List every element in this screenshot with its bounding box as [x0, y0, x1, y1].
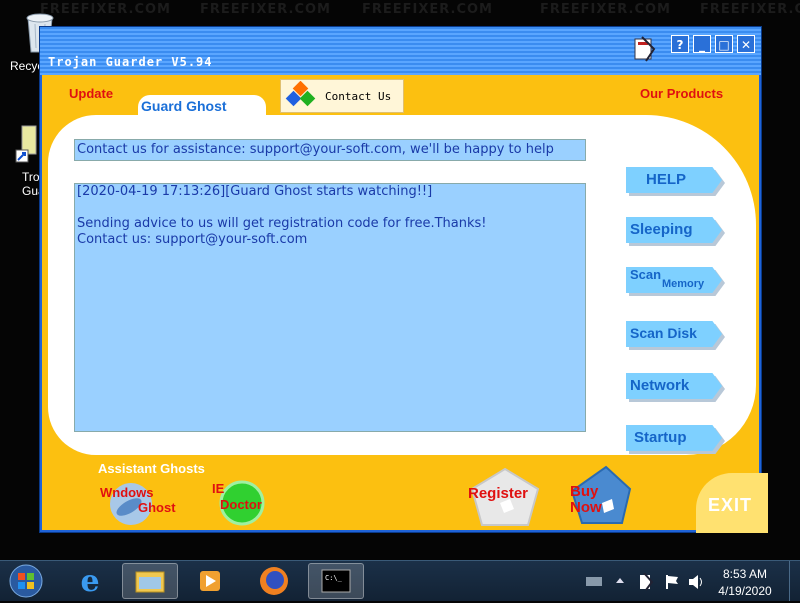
windows-start-icon — [9, 564, 43, 598]
help-button-label: HELP — [646, 171, 687, 188]
update-link[interactable]: Update — [69, 86, 113, 101]
windows-ghost-button[interactable]: Wndows Ghost — [100, 479, 190, 529]
volume-icon[interactable] — [688, 574, 706, 590]
buy-now-button[interactable]: Buy Now — [566, 465, 636, 529]
network-button-label: Network — [630, 377, 690, 394]
sleeping-button-label: Sleeping — [630, 221, 693, 238]
app-body: Update Our Products Contact Us Guard Gho… — [42, 75, 768, 533]
ie-doctor-button[interactable]: IE Doctor — [210, 477, 290, 529]
app-book-icon — [634, 36, 656, 62]
start-button[interactable] — [8, 563, 48, 599]
contact-us-label: Contact Us — [325, 90, 392, 103]
command-prompt-icon: C:\_ — [321, 569, 351, 593]
action-center-flag-icon[interactable] — [664, 574, 680, 590]
trojan-guarder-desktop-icon[interactable]: Tro Gua — [14, 124, 45, 204]
ie-doctor-label-2: Doctor — [220, 497, 262, 512]
help-window-button[interactable]: ? — [671, 35, 689, 53]
buy-now-label-2: Now — [570, 499, 602, 516]
window-title: Trojan Guarder V5.94 — [48, 55, 213, 69]
svg-text:e: e — [80, 564, 99, 599]
scan-memory-label-1: Scan — [630, 267, 662, 282]
scan-memory-label-2: Memory — [662, 278, 705, 290]
taskbar-file-explorer[interactable] — [122, 563, 178, 599]
register-label: Register — [468, 485, 529, 502]
close-button[interactable]: ✕ — [737, 35, 755, 53]
windows-ghost-label-1: Wndows — [100, 485, 154, 500]
taskbar-media-player[interactable] — [182, 563, 238, 599]
folder-icon — [135, 571, 165, 593]
tab-guard-ghost[interactable]: Guard Ghost — [138, 95, 266, 119]
internet-explorer-icon: e — [80, 564, 99, 599]
clock-time[interactable]: 8:53 AM — [714, 567, 776, 581]
shortcut-icon — [15, 125, 37, 163]
windows-ghost-label-2: Ghost — [138, 500, 176, 515]
watermark: FREEFIXER.COM — [540, 2, 671, 17]
scan-disk-button-label: Scan Disk — [630, 325, 697, 341]
watermark: FREEFIXER.COM — [700, 2, 800, 17]
firefox-icon — [260, 567, 288, 595]
assistance-message: Contact us for assistance: support@your-… — [74, 139, 586, 161]
taskbar-firefox[interactable] — [246, 563, 302, 599]
keyboard-icon[interactable] — [586, 575, 602, 587]
sleeping-button[interactable]: Sleeping — [626, 217, 725, 246]
log-line: [2020-04-19 17:13:26][Guard Ghost starts… — [77, 184, 433, 199]
ie-doctor-label-1: IE — [212, 481, 225, 496]
show-desktop-button[interactable] — [789, 561, 800, 601]
taskbar-command-prompt[interactable]: C:\_ — [308, 563, 364, 599]
scan-disk-button[interactable]: Scan Disk — [626, 321, 725, 350]
show-hidden-icons-chevron-icon[interactable] — [614, 575, 626, 587]
our-products-link[interactable]: Our Products — [640, 86, 723, 101]
watermark: FREEFIXER.COM — [200, 2, 331, 17]
exit-button[interactable]: EXIT — [696, 473, 768, 533]
title-bar[interactable]: Trojan Guarder V5.94 ? _ □ ✕ — [40, 27, 761, 75]
app-tray-icon[interactable] — [638, 573, 654, 591]
startup-button[interactable]: Startup — [626, 425, 725, 454]
help-button[interactable]: HELP — [626, 167, 725, 196]
svg-text:C:\_: C:\_ — [325, 574, 343, 582]
register-button[interactable]: Register — [466, 467, 548, 527]
app-window: Trojan Guarder V5.94 ? _ □ ✕ Update Our … — [39, 26, 768, 533]
log-line: Sending advice to us will get registrati… — [77, 216, 487, 231]
maximize-button[interactable]: □ — [715, 35, 733, 53]
media-player-icon — [200, 571, 220, 591]
exit-label: EXIT — [708, 495, 753, 515]
log-textarea[interactable]: [2020-04-19 17:13:26][Guard Ghost starts… — [74, 183, 586, 432]
cubes-icon — [285, 81, 316, 107]
scan-memory-button[interactable]: Scan Memory — [626, 267, 725, 296]
startup-button-label: Startup — [634, 429, 687, 446]
log-line: Contact us: support@your-soft.com — [77, 232, 308, 247]
buy-now-label-1: Buy — [570, 483, 599, 500]
minimize-button[interactable]: _ — [693, 35, 711, 53]
taskbar: e C:\_ 8:53 AM 4/19/2020 — [0, 560, 800, 601]
clock-date[interactable]: 4/19/2020 — [714, 584, 776, 598]
taskbar-internet-explorer[interactable]: e — [62, 563, 118, 599]
tab-label: Guard Ghost — [141, 98, 227, 114]
assistant-ghosts-title: Assistant Ghosts — [98, 461, 205, 476]
network-button[interactable]: Network — [626, 373, 725, 402]
contact-us-button[interactable]: Contact Us — [280, 79, 404, 113]
watermark: FREEFIXER.COM — [362, 2, 493, 17]
